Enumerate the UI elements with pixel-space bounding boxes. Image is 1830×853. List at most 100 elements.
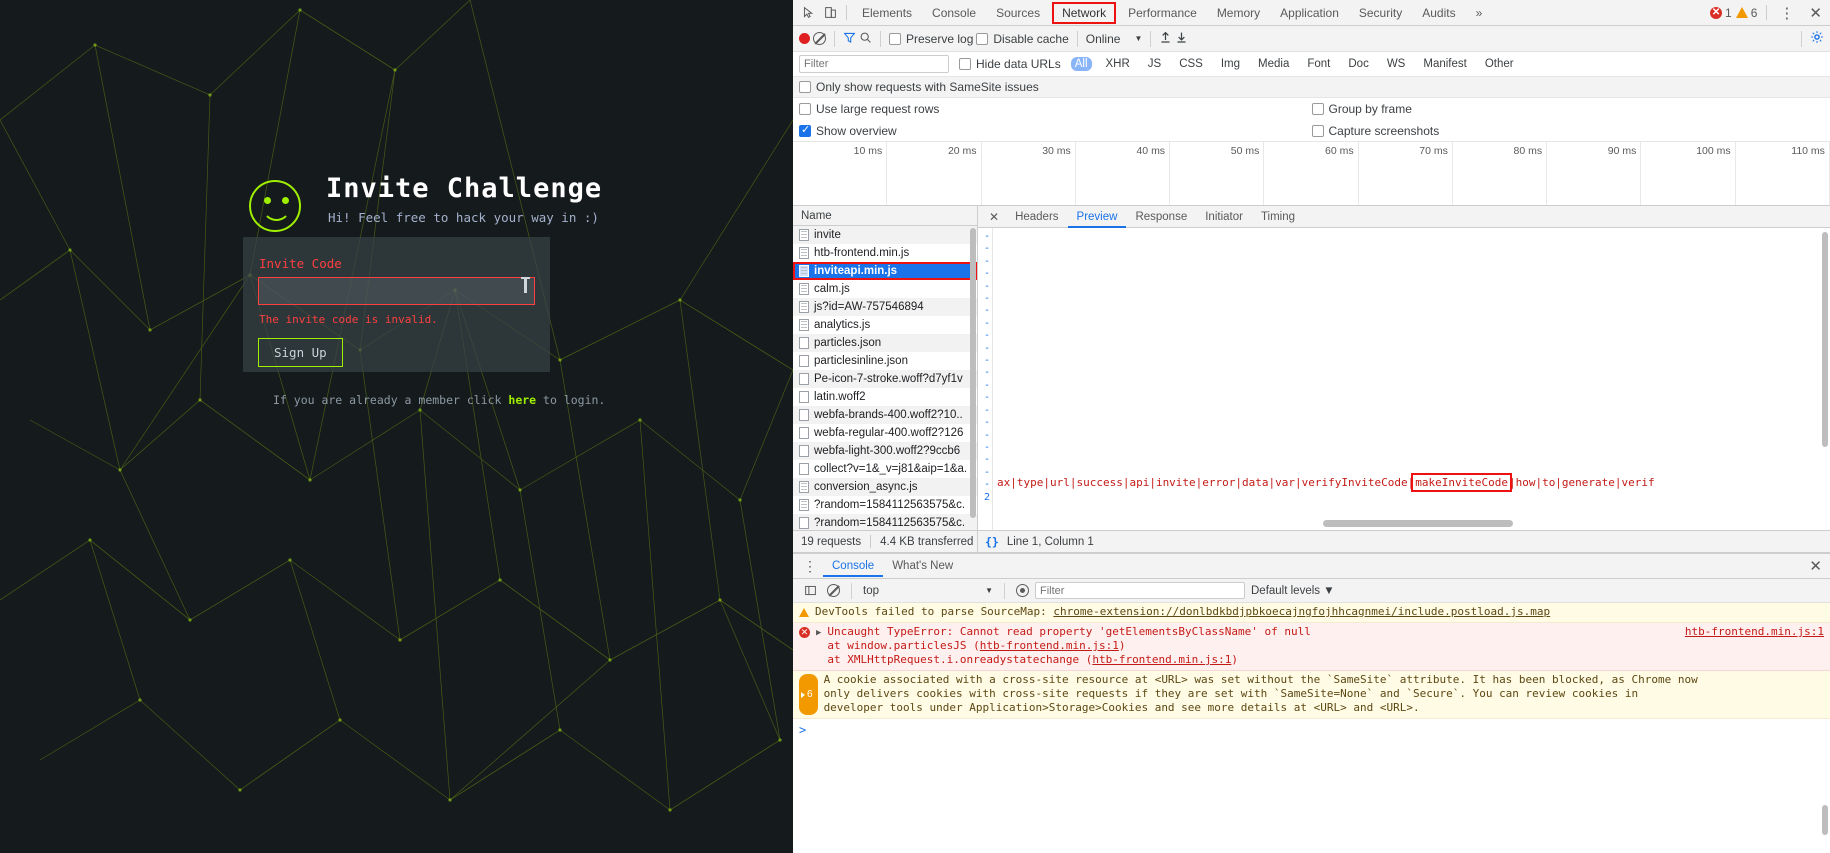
throttling-select[interactable]: Online ▼ [1086,32,1143,46]
table-row[interactable]: particlesinline.json [793,352,977,370]
pretty-print-icon[interactable]: {} [985,535,999,549]
hide-data-urls-checkbox[interactable]: Hide data URLs [959,57,1061,71]
preview-horizontal-scrollbar[interactable] [1323,520,1513,527]
table-row[interactable]: htb-frontend.min.js [793,244,977,262]
detail-close-icon[interactable]: ✕ [982,210,1006,224]
request-rows[interactable]: invite htb-frontend.min.js inviteapi.min… [793,226,977,530]
drawer-menu-icon[interactable]: ⋮ [797,558,823,575]
preview-vertical-scrollbar[interactable] [1822,232,1828,447]
execution-context-select[interactable]: top ▼ [863,585,993,597]
invite-code-input[interactable] [258,277,535,305]
tab-memory[interactable]: Memory [1207,0,1270,26]
search-icon[interactable] [859,31,872,47]
table-row[interactable]: webfa-light-300.woff2?9ccb6 [793,442,977,460]
error-count-badge[interactable]: ✕ 1 [1710,6,1732,20]
table-row[interactable]: Pe-icon-7-stroke.woff?d7yf1v [793,370,977,388]
preview-code[interactable]: ax|type|url|success|api|invite|error|dat… [993,228,1830,530]
sourcemap-link[interactable]: chrome-extension://donlbdkbdjpbkoecajngf… [1053,605,1550,618]
console-message-error[interactable]: ✕ ▶ Uncaught TypeError: Cannot read prop… [793,623,1830,671]
expand-arrow-icon[interactable]: ▶ [816,626,821,667]
type-filter-xhr[interactable]: XHR [1102,57,1134,71]
devtools-close-icon[interactable]: ✕ [1801,4,1830,22]
console-messages[interactable]: DevTools failed to parse SourceMap: chro… [793,603,1830,853]
tab-security[interactable]: Security [1349,0,1412,26]
table-row[interactable]: latin.woff2 [793,388,977,406]
filter-icon[interactable] [843,31,856,47]
table-row[interactable]: webfa-regular-400.woff2?126 [793,424,977,442]
console-prompt[interactable]: > [793,719,1830,741]
tab-network[interactable]: Network [1052,1,1117,24]
detail-tab-initiator[interactable]: Initiator [1196,206,1252,228]
login-link[interactable]: here [508,393,536,407]
use-large-rows-checkbox[interactable]: Use large request rows [799,102,939,116]
detail-tab-timing[interactable]: Timing [1252,206,1304,228]
preview-source-view[interactable]: ------ ------ ------ --- 2 ax|type|url|s… [978,228,1830,530]
live-expression-icon[interactable] [1016,584,1029,597]
tab-application[interactable]: Application [1270,0,1349,26]
detail-tab-headers[interactable]: Headers [1006,206,1067,228]
sign-up-button[interactable]: Sign Up [258,338,343,367]
table-row[interactable]: conversion_async.js [793,478,977,496]
warning-count-badge[interactable]: 6 [1735,6,1757,20]
type-filter-font[interactable]: Font [1303,57,1334,71]
inspect-element-icon[interactable] [797,3,819,23]
table-row[interactable]: invite [793,226,977,244]
drawer-tab-whats-new[interactable]: What's New [883,555,962,577]
disable-cache-checkbox[interactable]: Disable cache [976,32,1069,46]
console-message-warning[interactable]: DevTools failed to parse SourceMap: chro… [793,603,1830,623]
record-icon[interactable] [799,33,810,44]
group-by-frame-checkbox[interactable]: Group by frame [1311,102,1412,116]
devtools-menu-icon[interactable]: ⋮ [1772,4,1801,22]
request-list-header[interactable]: Name [793,206,977,226]
type-filter-manifest[interactable]: Manifest [1419,57,1470,71]
detail-tab-response[interactable]: Response [1126,206,1196,228]
type-filter-ws[interactable]: WS [1383,57,1410,71]
tab-sources[interactable]: Sources [986,0,1050,26]
table-row[interactable]: js?id=AW-757546894 [793,298,977,316]
table-row-selected[interactable]: inviteapi.min.js [793,262,977,280]
preserve-log-checkbox[interactable]: Preserve log [889,32,973,46]
clear-console-icon[interactable] [827,584,840,597]
clear-icon[interactable] [813,32,826,45]
tab-console[interactable]: Console [922,0,986,26]
console-sidebar-icon[interactable] [799,581,821,601]
network-filter-input[interactable] [799,55,949,73]
stack-link-2[interactable]: htb-frontend.min.js:1 [1092,653,1231,666]
type-filter-other[interactable]: Other [1481,57,1518,71]
table-row[interactable]: webfa-brands-400.woff2?10.. [793,406,977,424]
type-filter-media[interactable]: Media [1254,57,1293,71]
tab-performance[interactable]: Performance [1118,0,1207,26]
detail-tab-preview[interactable]: Preview [1068,206,1127,228]
network-overview-timeline[interactable]: 10 ms 20 ms 30 ms 40 ms 50 ms 60 ms 70 m… [793,142,1830,206]
type-filter-doc[interactable]: Doc [1344,57,1372,71]
console-message-group[interactable]: 6 A cookie associated with a cross-site … [793,671,1830,719]
type-filter-img[interactable]: Img [1217,57,1244,71]
type-filter-js[interactable]: JS [1144,57,1165,71]
drawer-tab-console[interactable]: Console [823,555,883,577]
console-scrollbar[interactable] [1822,805,1828,835]
export-har-icon[interactable] [1175,31,1188,47]
network-settings-gear-icon[interactable] [1810,30,1824,47]
samesite-issues-checkbox[interactable]: Only show requests with SameSite issues [799,80,1039,94]
table-row[interactable]: ?random=1584112563575&c. [793,496,977,514]
type-filter-css[interactable]: CSS [1175,57,1207,71]
log-levels-select[interactable]: Default levels ▼ [1251,585,1335,597]
drawer-close-icon[interactable]: ✕ [1801,557,1830,575]
capture-screenshots-checkbox[interactable]: Capture screenshots [1311,124,1439,138]
show-overview-checkbox[interactable]: Show overview [799,124,897,138]
table-row[interactable]: calm.js [793,280,977,298]
import-har-icon[interactable] [1159,31,1172,47]
table-row[interactable]: particles.json [793,334,977,352]
table-row[interactable]: analytics.js [793,316,977,334]
table-row[interactable]: ?random=1584112563575&c. [793,514,977,530]
table-row[interactable]: collect?v=1&_v=j81&aip=1&a. [793,460,977,478]
group-count-badge[interactable]: 6 [799,674,818,715]
request-list-scrollbar[interactable] [970,228,976,518]
tab-elements[interactable]: Elements [852,0,922,26]
console-filter-input[interactable] [1035,582,1245,599]
error-source-link[interactable]: htb-frontend.min.js:1 [1685,625,1824,667]
type-filter-all[interactable]: All [1070,57,1092,71]
stack-link-1[interactable]: htb-frontend.min.js:1 [980,639,1119,652]
tab-audits[interactable]: Audits [1412,0,1465,26]
device-toolbar-icon[interactable] [819,3,841,23]
